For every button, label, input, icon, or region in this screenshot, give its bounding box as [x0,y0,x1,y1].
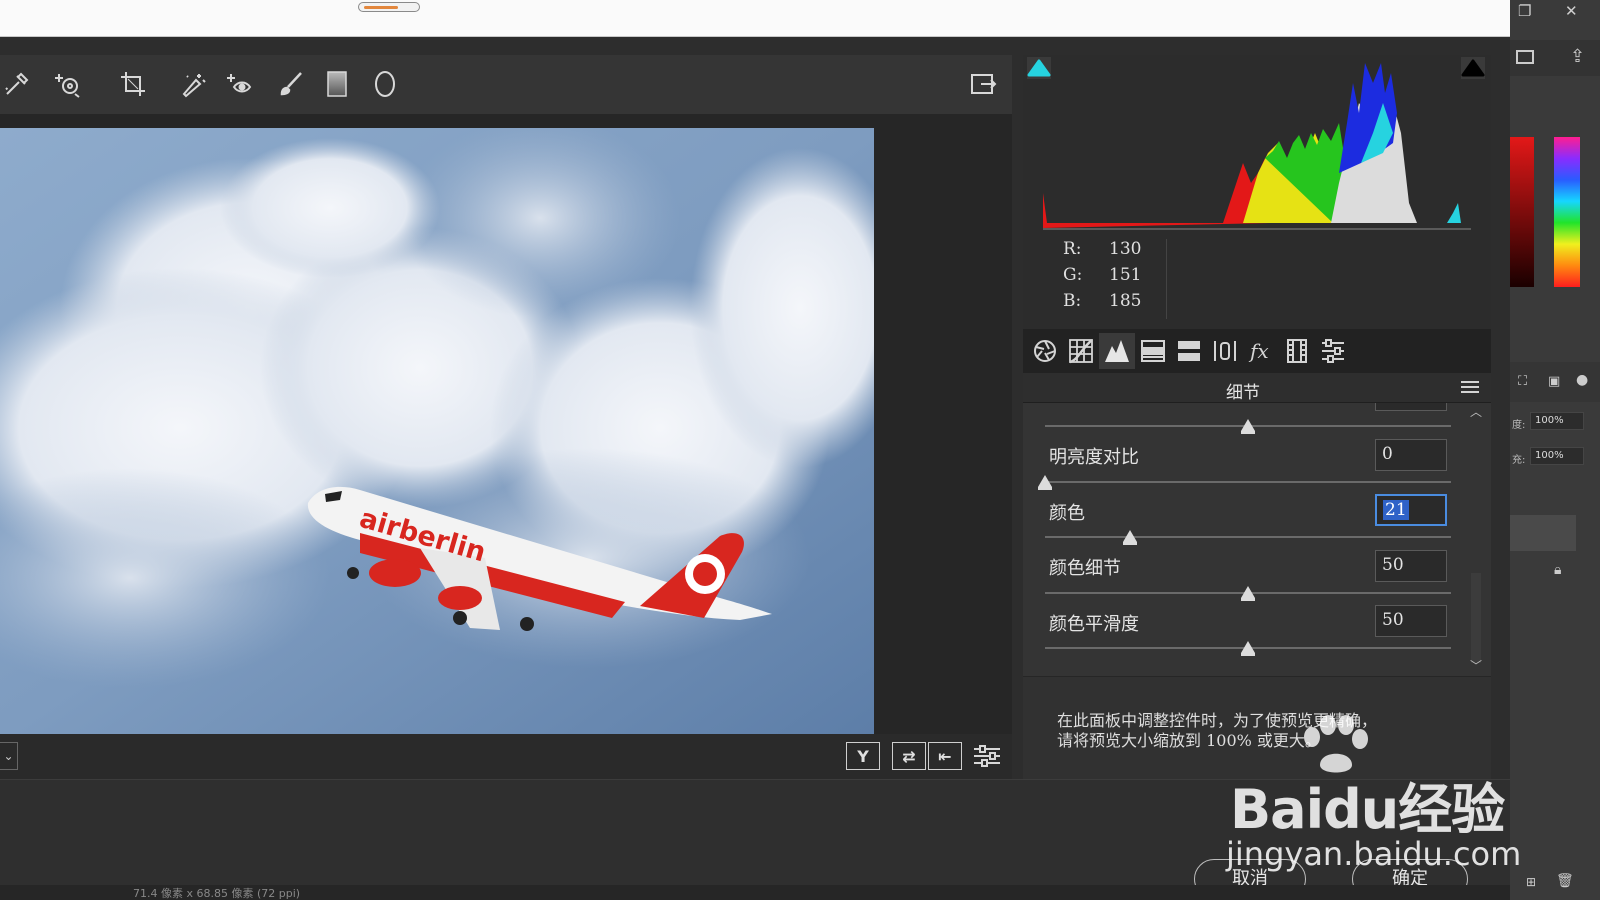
copy-settings-button[interactable]: ⇤ [928,742,962,770]
luminance-contrast-input[interactable]: 0 [1375,439,1447,471]
scroll-up-icon[interactable]: ︿ [1469,405,1483,419]
histogram [1023,55,1491,233]
photoshop-side-panel: ❐ ✕ ⇪ ⛶ ▣ ● 度: 100% 充: 100% 🔒︎ ⊞ 🗑︎ [1510,0,1600,900]
rgb-readout: R: 130 G: 151 B: 185 [1023,233,1491,329]
tab-hsl[interactable] [1135,333,1171,369]
workspace-icon[interactable] [1516,50,1534,64]
preview-footer: ⌄ Y ⇄ ⇤ [0,734,1012,779]
hidden-slider-input[interactable] [1375,403,1447,411]
r-label: R: [1063,239,1082,259]
color-smoothness-input[interactable]: 50 [1375,605,1447,637]
layer-row-selected[interactable] [1510,515,1576,551]
svg-text:fx: fx [1248,339,1269,363]
color-detail-thumb[interactable] [1241,586,1255,601]
hidden-slider-thumb[interactable] [1241,419,1255,434]
hint-line-1: 在此面板中调整控件时，为了使预览更精确， [1057,711,1378,730]
eyedropper-icon[interactable] [2,69,32,99]
crop-icon[interactable] [118,69,148,99]
scroll-down-icon[interactable]: ﹀ [1469,659,1483,673]
detail-sliders: 明亮度对比 0 颜色 21 颜色细节 50 颜色平滑度 50 ︿ ﹀ [1023,403,1491,676]
tab-detail[interactable] [1099,333,1135,369]
transform-icon[interactable]: ⛶ [1518,374,1527,389]
brush-tip-icon[interactable]: ● [1576,372,1588,388]
histogram-graph [1043,63,1471,230]
tab-presets[interactable] [1315,333,1351,369]
g-value: 151 [1109,265,1142,285]
slider-label-color-smoothness: 颜色平滑度 [1049,614,1139,635]
slider-label-color-detail: 颜色细节 [1049,558,1121,579]
color-smoothness-thumb[interactable] [1241,641,1255,656]
tab-basic[interactable] [1027,333,1063,369]
radial-filter-icon[interactable] [370,69,400,99]
swap-settings-button[interactable]: ⇄ [892,742,926,770]
status-bar: 71.4 像素 x 68.85 像素 (72 ppi) [0,885,1510,900]
tab-lens-corrections[interactable] [1207,333,1243,369]
delete-layer-icon[interactable]: 🗑︎ [1556,873,1574,889]
spot-removal-icon[interactable] [178,69,208,99]
share-icon[interactable]: ⇪ [1570,46,1585,67]
drag-grip[interactable] [358,2,420,12]
b-value: 185 [1109,291,1142,311]
redeye-icon[interactable] [224,69,254,99]
status-text: 71.4 像素 x 68.85 像素 (72 ppi) [133,887,301,900]
color-picker-shade[interactable] [1510,137,1534,287]
preview-settings-icon[interactable] [972,744,1002,768]
lock-pixels-icon[interactable]: ▣ [1548,374,1560,389]
luminance-contrast-track[interactable] [1045,481,1451,483]
color-input-selected-text: 21 [1383,500,1409,520]
lock-icon[interactable]: 🔒︎ [1554,562,1561,578]
zoom-dropdown[interactable]: ⌄ [0,742,18,770]
opacity-label: 度: [1512,420,1526,431]
section-header: 细节 [1023,373,1491,403]
camera-raw-dialog: airberlin ⌄ Y ⇄ ⇤ R: 130 G: 151 B: 185 f… [0,37,1510,900]
panel-tabs: fx [1023,329,1491,373]
restore-window-icon[interactable]: ❐ [1518,2,1531,20]
preview-hint: 在此面板中调整控件时，为了使预览更精确， 请将预览大小缩放到 100% 或更大。 [1023,676,1491,779]
color-input[interactable]: 21 [1375,494,1447,526]
section-title: 细节 [1226,383,1260,403]
panel-scrollbar[interactable]: ︿ ﹀ [1469,403,1483,676]
color-track[interactable] [1045,536,1451,538]
opacity-field[interactable]: 100% [1530,412,1584,430]
window-titlebar [0,0,1510,37]
color-detail-input[interactable]: 50 [1375,550,1447,582]
fill-field[interactable]: 100% [1530,447,1584,465]
color-picker-hue[interactable] [1554,137,1580,287]
tab-effects-fx[interactable]: fx [1243,333,1279,369]
compare-mode-button[interactable]: Y [846,742,880,770]
tab-split-toning[interactable] [1171,333,1207,369]
g-label: G: [1063,265,1083,285]
preview-image[interactable]: airberlin [0,128,874,734]
screen: airberlin ⌄ Y ⇄ ⇤ R: 130 G: 151 B: 185 f… [0,0,1600,900]
preview-hint-text: 在此面板中调整控件时，为了使预览更精确， 请将预览大小缩放到 100% 或更大。 [1057,711,1467,751]
slider-label-color: 颜色 [1049,503,1085,524]
close-window-icon[interactable]: ✕ [1565,2,1578,20]
slider-label-luminance-contrast: 明亮度对比 [1049,447,1139,468]
b-label: B: [1063,291,1082,311]
panel-menu-icon[interactable] [1461,380,1479,394]
adjustment-panel: R: 130 G: 151 B: 185 fx 细节 明亮度对比 0 颜色 21… [1023,55,1491,779]
tool-bar [0,55,1012,114]
fill-label: 充: [1512,455,1526,466]
hint-line-2: 请将预览大小缩放到 100% 或更大。 [1057,731,1321,750]
gradient-icon[interactable] [322,69,352,99]
r-value: 130 [1109,239,1142,259]
tab-tone-curve[interactable] [1063,333,1099,369]
luminance-contrast-thumb[interactable] [1038,475,1052,490]
brush-icon[interactable] [276,69,306,99]
open-preferences-icon[interactable] [968,69,998,99]
scroll-thumb[interactable] [1471,573,1481,663]
color-thumb[interactable] [1123,530,1138,545]
tab-camera-calibration[interactable] [1279,333,1315,369]
new-layer-icon[interactable]: ⊞ [1526,875,1536,889]
target-adjust-icon[interactable] [52,69,82,99]
